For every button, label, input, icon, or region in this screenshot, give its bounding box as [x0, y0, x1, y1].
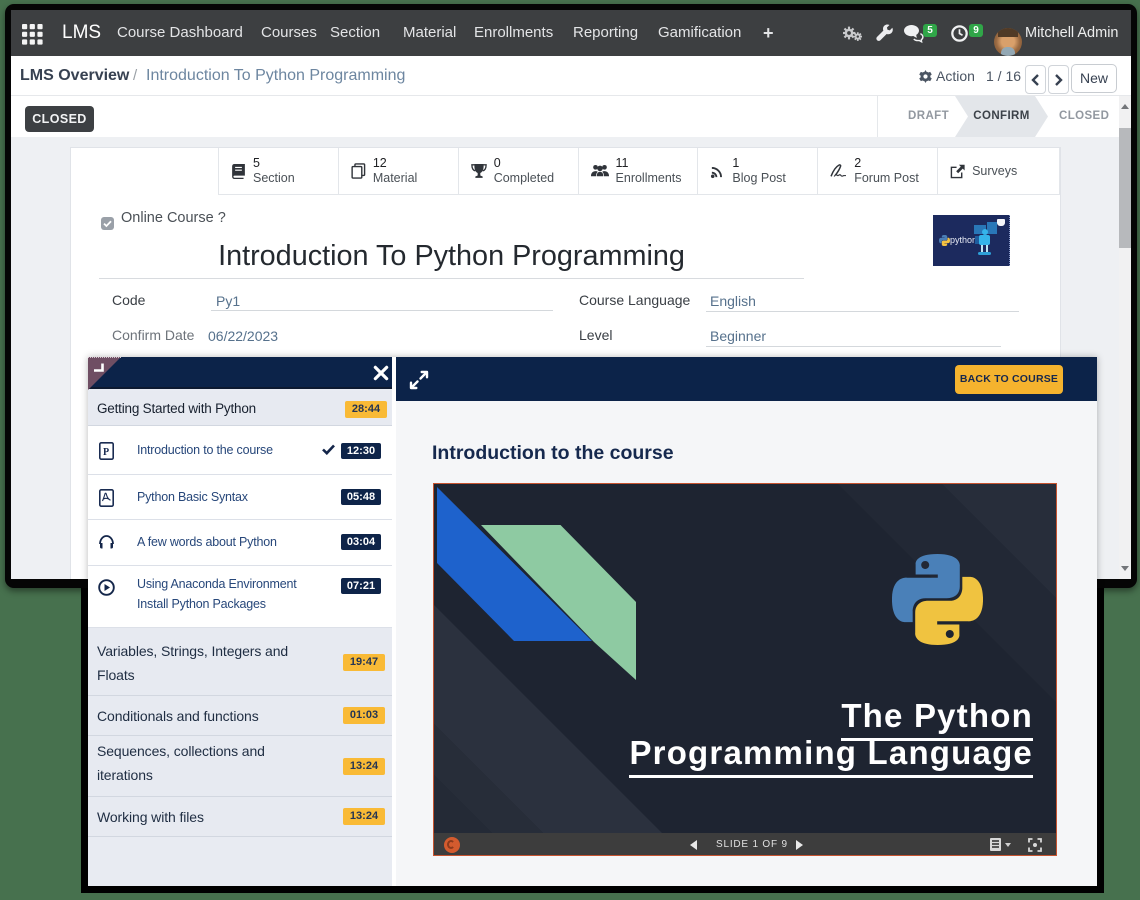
svg-text:P: P	[103, 447, 109, 458]
